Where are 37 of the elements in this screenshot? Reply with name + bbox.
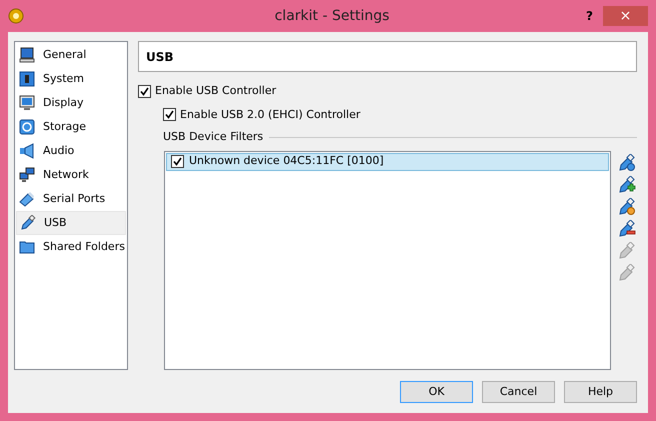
page-title: USB — [138, 41, 637, 72]
folder-icon — [19, 239, 35, 255]
add-icon[interactable] — [618, 176, 636, 194]
remove-icon[interactable] — [618, 220, 636, 238]
checkbox-label[interactable]: Enable USB 2.0 (EHCI) Controller — [180, 106, 360, 123]
monitor-icon — [19, 47, 35, 63]
usb-plug-icon[interactable] — [618, 154, 636, 172]
help-button[interactable]: ? — [576, 6, 603, 26]
checkbox[interactable] — [163, 108, 176, 122]
close-button[interactable]: × — [603, 6, 648, 26]
sidebar-item[interactable]: USB — [16, 211, 126, 235]
sidebar-item[interactable]: Shared Folders — [16, 235, 126, 259]
plug-icon — [19, 191, 35, 207]
checkbox[interactable] — [171, 155, 184, 168]
checkbox[interactable] — [138, 84, 151, 98]
sidebar-item[interactable]: Network — [16, 163, 126, 187]
edit-icon[interactable] — [618, 198, 636, 216]
disk-icon — [19, 119, 35, 135]
sidebar-item[interactable]: Audio — [16, 139, 126, 163]
sidebar-item[interactable]: General — [16, 43, 126, 67]
section-label: USB Device Filters — [163, 129, 264, 145]
window-title: clarkit - Settings — [274, 6, 390, 26]
sidebar-item[interactable]: Serial Ports — [16, 187, 126, 211]
dialog-button[interactable]: Cancel — [482, 381, 555, 403]
chip-icon — [19, 71, 35, 87]
sidebar-item[interactable]: Display — [16, 91, 126, 115]
checkbox-label[interactable]: Enable USB Controller — [155, 83, 276, 100]
display-icon — [19, 95, 35, 111]
dialog-button[interactable]: Help — [564, 381, 637, 403]
filter-row[interactable]: Unknown device 04C5:11FC [0100] — [166, 152, 609, 170]
speaker-icon — [19, 143, 35, 159]
dialog-button[interactable]: OK — [400, 381, 473, 403]
network-icon — [19, 167, 35, 183]
usb-icon — [20, 215, 36, 231]
sidebar-item[interactable]: Storage — [16, 115, 126, 139]
sidebar-item[interactable]: System — [16, 67, 126, 91]
gear-icon — [8, 8, 24, 24]
